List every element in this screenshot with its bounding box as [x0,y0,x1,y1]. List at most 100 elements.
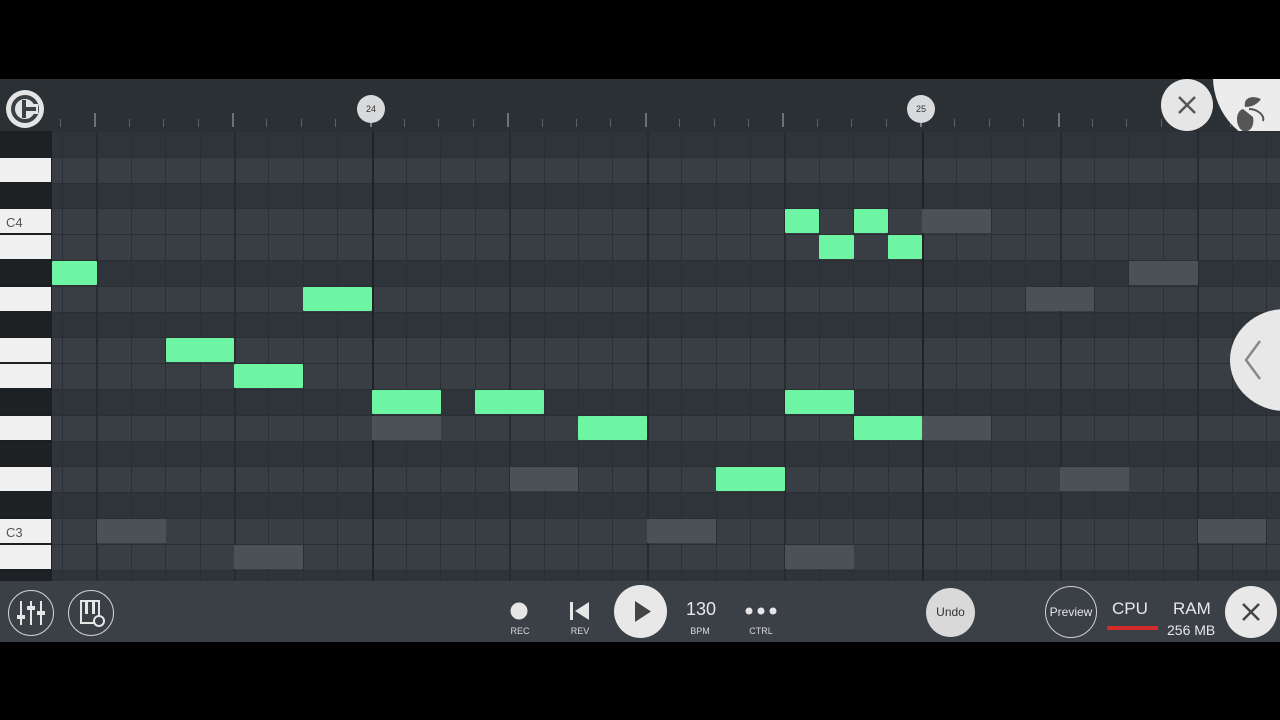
note-block[interactable] [887,235,923,260]
grid-step-line [612,131,614,581]
piano-keyboard[interactable]: C4 C3 [0,131,52,581]
app-logo-icon [11,95,39,123]
white-key[interactable] [0,364,51,388]
app-logo-button[interactable] [6,90,44,128]
grid-step-line [853,131,855,581]
timeline-tick [128,119,130,127]
grid-row-line [52,311,1280,313]
grid-row-line [52,285,1280,287]
grid-row-line [52,414,1280,416]
grid-step-line [1162,131,1164,581]
note-block[interactable] [715,467,785,492]
black-key[interactable] [0,390,51,414]
grid-step-line [234,131,236,581]
note-block[interactable] [165,338,235,363]
note-block[interactable] [371,390,441,414]
black-key[interactable] [0,312,51,337]
note-block[interactable] [784,209,820,234]
ghost-note [1197,519,1267,543]
piano-roll-app: 24 25 C4 C3 REC REV 130 BPM CTRL Undo Pr… [0,79,1280,642]
white-key[interactable] [0,286,51,311]
side-panel-toggle[interactable] [1230,309,1280,411]
mixer-button[interactable] [8,590,54,636]
timeline-tick [507,113,510,127]
piano-settings-button[interactable] [68,590,114,636]
chevron-left-icon [1244,340,1262,380]
play-icon [635,601,651,622]
close-button-top[interactable] [1161,79,1213,131]
undo-button[interactable]: Undo [926,588,975,637]
grid-step-line [818,131,820,581]
grid-step-line [750,131,751,581]
bpm-label: BPM [690,626,710,636]
note-block[interactable] [52,261,97,285]
ctrl-button[interactable] [743,601,779,621]
black-key[interactable] [0,261,51,285]
grid-row [52,208,1280,235]
timeline-tick [541,119,543,127]
timeline-tick [610,119,612,127]
timeline-tick [94,113,97,127]
timeline-tick [782,113,785,127]
close-icon [1178,96,1196,114]
bar-marker-24[interactable]: 24 [357,95,385,123]
grid-step-line [784,131,787,581]
rewind-button[interactable] [567,599,593,623]
ram-label: RAM [1173,599,1211,618]
ram-value: 256 MB [1167,622,1216,638]
grid-step-line [268,131,270,581]
black-key[interactable] [0,493,51,517]
black-key[interactable] [0,570,51,581]
bpm-value[interactable]: 130 [680,599,722,620]
ghost-note [922,415,992,440]
note-block[interactable] [819,235,854,260]
grid-row-line [52,131,1280,132]
grid-step-line [474,131,476,581]
rev-label: REV [570,626,590,636]
note-block[interactable] [234,364,304,389]
white-key[interactable] [0,157,51,182]
preview-button[interactable]: Preview [1045,586,1097,638]
note-block[interactable] [303,286,372,311]
rec-label: REC [510,626,530,636]
white-key[interactable] [0,415,51,440]
note-block[interactable] [784,390,854,414]
grid-step-line [887,131,889,581]
timeline-tick [954,119,956,127]
white-key[interactable] [0,338,51,363]
timeline-tick [713,119,715,127]
note-block[interactable] [853,415,923,440]
play-button[interactable] [614,585,667,638]
timeline-tick [1092,119,1093,127]
timeline-ruler[interactable]: 24 25 [0,79,1280,147]
grid-step-line [440,131,442,581]
note-block[interactable] [853,209,888,234]
note-block[interactable] [578,415,648,440]
black-key[interactable] [0,441,51,466]
timeline-tick [679,119,681,127]
grid-step-line [130,131,132,581]
bar-marker-25[interactable]: 25 [907,95,935,123]
grid-step-line [1094,131,1095,581]
note-block[interactable] [475,390,544,414]
white-key[interactable] [0,235,51,259]
record-button[interactable] [509,601,529,621]
grid-step-line [371,131,374,581]
grid-step-line [681,131,683,581]
timeline-tick [438,119,440,127]
grid-row-line [52,569,1280,571]
grid-step-line [1025,131,1027,581]
ghost-note [234,544,304,569]
ghost-note [96,519,166,543]
grid-row [52,156,1280,183]
black-key[interactable] [0,132,51,156]
grid-row-line [52,234,1280,236]
black-key[interactable] [0,183,51,208]
note-grid[interactable] [52,131,1280,581]
grid-step-line [646,131,649,581]
grid-step-line [578,131,579,581]
white-key[interactable] [0,467,51,492]
grid-row [52,285,1280,312]
close-button-bottom[interactable] [1225,586,1277,638]
white-key[interactable] [0,544,51,569]
